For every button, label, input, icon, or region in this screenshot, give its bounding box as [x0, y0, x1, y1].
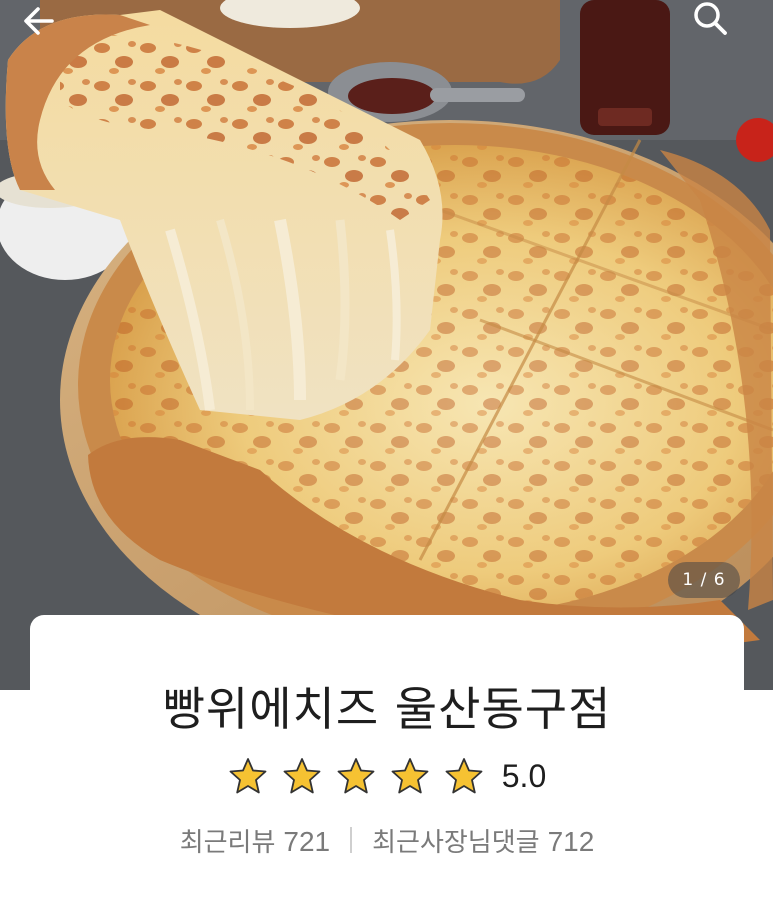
pizza-photo [0, 0, 773, 690]
star-icon [229, 758, 267, 794]
store-info-card: 빵위에치즈 울산동구점 5.0 최근리뷰 721 최근사장님댓글 712 [30, 615, 744, 915]
hero-image-carousel[interactable]: 1 / 6 [0, 0, 773, 690]
star-icon [445, 758, 483, 794]
recent-reviews-label: 최근리뷰 [179, 827, 276, 858]
owner-comments-stat[interactable]: 최근사장님댓글 712 [372, 822, 594, 859]
rating-row: 5.0 [30, 753, 744, 799]
recent-reviews-count: 721 [283, 825, 331, 857]
search-button[interactable] [692, 0, 752, 46]
rating-value: 5.0 [501, 757, 547, 794]
review-stats: 최근리뷰 721 최근사장님댓글 712 [30, 818, 744, 862]
star-icon [337, 758, 375, 794]
star-icon [391, 758, 429, 794]
search-icon [694, 2, 727, 35]
owner-comments-count: 712 [547, 825, 595, 857]
stats-divider [350, 827, 353, 853]
owner-comments-label: 최근사장님댓글 [372, 827, 540, 858]
image-page-indicator: 1 / 6 [668, 562, 740, 598]
star-rating [228, 756, 484, 796]
star-icon [283, 758, 321, 794]
recent-reviews-stat[interactable]: 최근리뷰 721 [180, 822, 330, 859]
store-name: 빵위에치즈 울산동구점 [162, 682, 612, 736]
back-button[interactable] [22, 4, 78, 44]
arrow-left-icon [24, 7, 54, 35]
